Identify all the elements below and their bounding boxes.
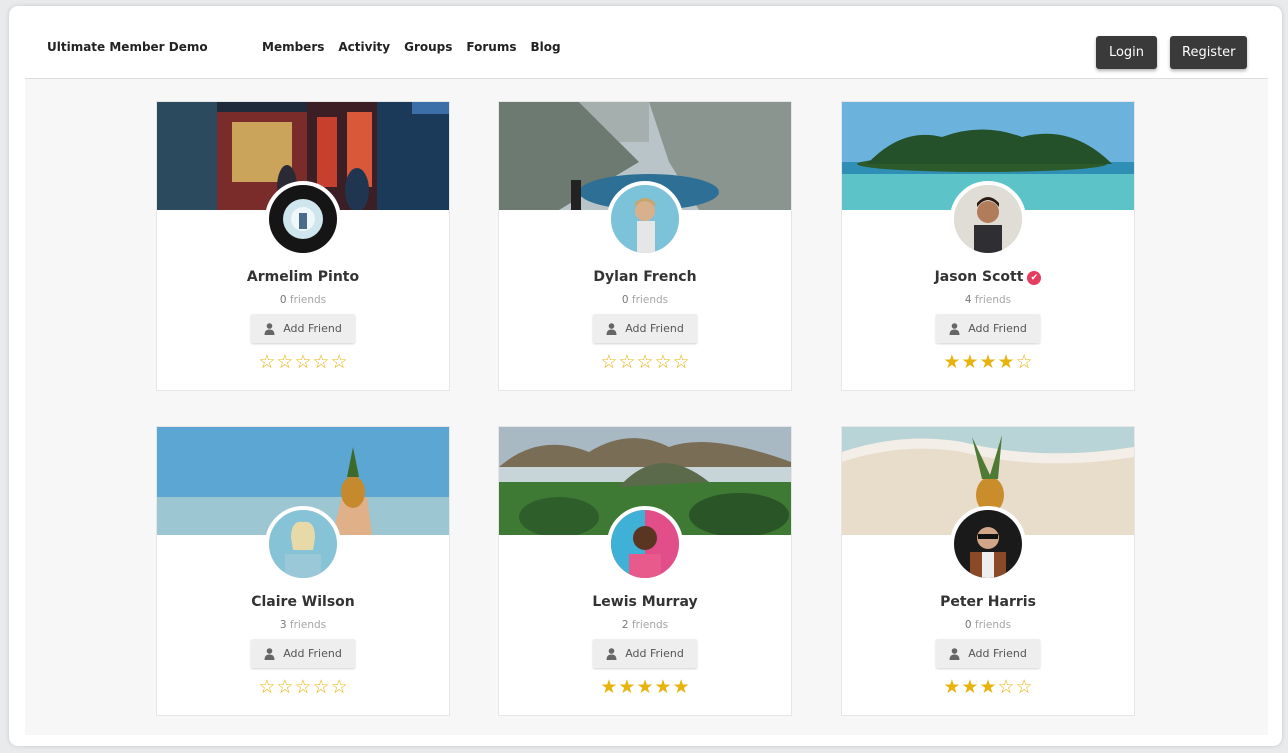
star-empty-icon: ☆ (258, 351, 276, 373)
star-rating: ★ ★ ★ ☆ ☆ (842, 677, 1134, 697)
star-empty-icon: ☆ (636, 351, 654, 373)
user-icon (949, 647, 960, 660)
star-filled-icon: ★ (979, 676, 997, 698)
avatar[interactable] (265, 506, 341, 582)
star-empty-icon: ☆ (276, 676, 294, 698)
star-empty-icon: ☆ (672, 351, 690, 373)
avatar[interactable] (950, 506, 1026, 582)
add-friend-button[interactable]: Add Friend (593, 314, 697, 343)
avatar[interactable] (265, 181, 341, 257)
member-card: Claire Wilson 3 friends Add Friend ☆ ☆ ☆ ☆ ☆ (156, 426, 450, 716)
avatar[interactable] (607, 181, 683, 257)
add-friend-button[interactable]: Add Friend (251, 639, 355, 668)
user-icon (264, 647, 275, 660)
star-filled-icon: ★ (961, 351, 979, 373)
member-card: Peter Harris 0 friends Add Friend ★ ★ ★ ☆ ☆ (841, 426, 1135, 716)
star-empty-icon: ☆ (654, 351, 672, 373)
star-filled-icon: ★ (943, 351, 961, 373)
star-empty-icon: ☆ (1015, 676, 1033, 698)
star-filled-icon: ★ (600, 676, 618, 698)
star-empty-icon: ☆ (312, 351, 330, 373)
menu-item-forums[interactable]: Forums (466, 40, 516, 54)
add-friend-button[interactable]: Add Friend (936, 314, 1040, 343)
member-name[interactable]: Claire Wilson (157, 594, 449, 610)
star-empty-icon: ☆ (330, 676, 348, 698)
add-friend-button[interactable]: Add Friend (251, 314, 355, 343)
top-navbar: Ultimate Member Demo Members Activity Gr… (25, 21, 1268, 79)
star-rating: ☆ ☆ ☆ ☆ ☆ (157, 352, 449, 372)
member-name[interactable]: Armelim Pinto (157, 269, 449, 285)
site-title[interactable]: Ultimate Member Demo (47, 40, 208, 54)
avatar[interactable] (607, 506, 683, 582)
menu-item-groups[interactable]: Groups (404, 40, 452, 54)
friends-count: 0 friends (964, 619, 1012, 631)
add-friend-button[interactable]: Add Friend (593, 639, 697, 668)
star-rating: ★ ★ ★ ★ ☆ (842, 352, 1134, 372)
member-name[interactable]: Jason Scott ✔ (842, 269, 1134, 285)
user-icon (606, 647, 617, 660)
member-card: Jason Scott ✔ 4 friends Add Friend ★ ★ ★ ★ ☆ (841, 101, 1135, 391)
friends-count: 3 friends (279, 619, 327, 631)
member-card: Dylan French 0 friends Add Friend ☆ ☆ ☆ ☆ ☆ (498, 101, 792, 391)
browser-frame: Ultimate Member Demo Members Activity Gr… (9, 6, 1282, 746)
menu-item-activity[interactable]: Activity (338, 40, 390, 54)
page-content: Ultimate Member Demo Members Activity Gr… (25, 21, 1268, 735)
menu-item-members[interactable]: Members (262, 40, 324, 54)
member-name[interactable]: Peter Harris (842, 594, 1134, 610)
star-filled-icon: ★ (979, 351, 997, 373)
star-empty-icon: ☆ (312, 676, 330, 698)
friends-count: 0 friends (621, 294, 669, 306)
star-empty-icon: ☆ (294, 676, 312, 698)
star-rating: ☆ ☆ ☆ ☆ ☆ (499, 352, 791, 372)
star-empty-icon: ☆ (258, 676, 276, 698)
star-rating: ☆ ☆ ☆ ☆ ☆ (157, 677, 449, 697)
star-empty-icon: ☆ (330, 351, 348, 373)
verified-badge-icon: ✔ (1027, 271, 1042, 285)
user-icon (264, 322, 275, 335)
user-icon (949, 322, 960, 335)
star-filled-icon: ★ (672, 676, 690, 698)
member-name[interactable]: Lewis Murray (499, 594, 791, 610)
friends-count: 4 friends (964, 294, 1012, 306)
star-empty-icon: ☆ (600, 351, 618, 373)
register-button[interactable]: Register (1170, 36, 1247, 69)
star-empty-icon: ☆ (618, 351, 636, 373)
friends-count: 0 friends (279, 294, 327, 306)
star-rating: ★ ★ ★ ★ ★ (499, 677, 791, 697)
member-name[interactable]: Dylan French (499, 269, 791, 285)
star-filled-icon: ★ (636, 676, 654, 698)
login-button[interactable]: Login (1096, 36, 1157, 69)
star-empty-icon: ☆ (997, 676, 1015, 698)
star-filled-icon: ★ (961, 676, 979, 698)
member-card: Armelim Pinto 0 friends Add Friend ☆ ☆ ☆ ☆ ☆ (156, 101, 450, 391)
avatar[interactable] (950, 181, 1026, 257)
star-filled-icon: ★ (654, 676, 672, 698)
star-empty-icon: ☆ (1015, 351, 1033, 373)
star-filled-icon: ★ (997, 351, 1015, 373)
star-filled-icon: ★ (943, 676, 961, 698)
main-menu: Members Activity Groups Forums Blog (262, 40, 561, 54)
star-empty-icon: ☆ (294, 351, 312, 373)
star-empty-icon: ☆ (276, 351, 294, 373)
add-friend-button[interactable]: Add Friend (936, 639, 1040, 668)
star-filled-icon: ★ (618, 676, 636, 698)
menu-item-blog[interactable]: Blog (530, 40, 560, 54)
member-card: Lewis Murray 2 friends Add Friend ★ ★ ★ ★ ★ (498, 426, 792, 716)
user-icon (606, 322, 617, 335)
friends-count: 2 friends (621, 619, 669, 631)
